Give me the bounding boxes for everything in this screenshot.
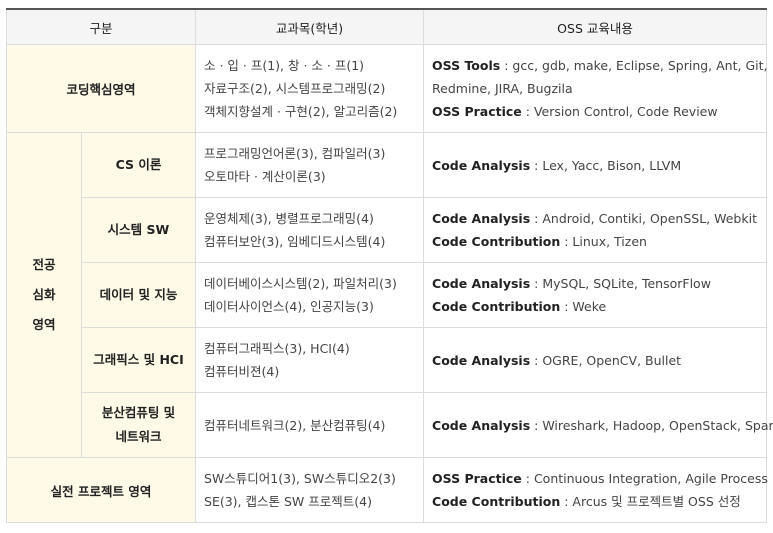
table-row: 실전 프로젝트 영역 SW스튜디어1(3), SW스튜디오2(3) SE(3),…: [5, 457, 768, 523]
oss-label: Code Analysis: [432, 417, 531, 433]
header-row: 구분 교과목(학년) OSS 교육내용: [5, 8, 768, 45]
area-advanced-line: 영역: [32, 317, 56, 332]
oss-line: OSS Practice : Version Control, Code Rev…: [432, 104, 718, 119]
oss-line: Code Analysis : MySQL, SQLite, TensorFlo…: [432, 276, 711, 291]
oss-label: Code Contribution: [432, 234, 561, 249]
area-advanced-line: 전공: [32, 257, 56, 272]
table-row: 그래픽스 및 HCI 컴퓨터그래픽스(3), HCI(4) 컴퓨터비젼(4) C…: [7, 327, 768, 393]
oss-text: MySQL, SQLite, TensorFlow: [542, 276, 711, 291]
course-line: 컴퓨터보안(3), 임베디드시스템(4): [204, 234, 386, 249]
oss-line: Code Contribution : Arcus 및 프로젝트별 OSS 선정: [432, 494, 741, 509]
area-project: 실전 프로젝트 영역: [5, 457, 197, 523]
oss-label: OSS Practice: [432, 471, 522, 486]
sub-area: 그래픽스 및 HCI: [80, 327, 197, 393]
sub-area: 데이터 및 지능: [80, 262, 197, 328]
course-line: SW스튜디어1(3), SW스튜디오2(3): [204, 471, 396, 486]
oss-cell: OSS Tools : gcc, gdb, make, Eclipse, Spr…: [423, 44, 768, 133]
area-core: 코딩핵심영역: [5, 44, 197, 133]
oss-label: OSS Tools: [432, 58, 501, 73]
table-row: 시스템 SW 운영체제(3), 병렬프로그래밍(4) 컴퓨터보안(3), 임베디…: [7, 197, 768, 263]
oss-text: Arcus 및 프로젝트별 OSS 선정: [572, 494, 741, 509]
courses-cell: 컴퓨터네트워크(2), 분산컴퓨팅(4): [195, 392, 425, 458]
oss-text: OGRE, OpenCV, Bullet: [542, 352, 682, 368]
table-row: 분산컴퓨팅 및 네트워크 컴퓨터네트워크(2), 분산컴퓨팅(4) Code A…: [7, 392, 773, 458]
table-row: 코딩핵심영역 소 · 입 · 프(1), 창 · 소 · 프(1) 자료구조(2…: [5, 44, 768, 133]
oss-cell: OSS Practice : Continuous Integration, A…: [423, 457, 768, 523]
oss-label: Code Contribution: [432, 299, 561, 314]
oss-text: Android, Contiki, OpenSSL, Webkit: [542, 211, 757, 226]
courses-cell: 프로그래밍언어론(3), 컴파일러(3) 오토마타 · 계산이론(3): [195, 132, 425, 198]
header-category: 구분: [5, 8, 197, 45]
oss-text: Version Control, Code Review: [533, 104, 718, 119]
course-line: 자료구조(2), 시스템프로그래밍(2): [204, 81, 386, 96]
table-row: 전공 심화 영역 CS 이론 프로그래밍언어론(3), 컴파일러(3) 오토마타…: [6, 132, 768, 458]
course-line: 컴퓨터네트워크(2), 분산컴퓨팅(4): [204, 417, 386, 433]
oss-line: Code Contribution : Linux, Tizen: [432, 234, 647, 249]
header-courses: 교과목(학년): [195, 8, 425, 45]
oss-line: Code Analysis : OGRE, OpenCV, Bullet: [432, 352, 682, 368]
oss-line: Redmine, JIRA, Bugzila: [432, 81, 573, 96]
sub-area-line: 분산컴퓨팅 및: [101, 405, 176, 420]
courses-cell: 데이터베이스시스템(2), 파일처리(3) 데이터사이언스(4), 인공지능(3…: [195, 262, 425, 328]
oss-text: Continuous Integration, Agile Process: [533, 471, 768, 486]
oss-label: Code Analysis: [432, 276, 531, 291]
oss-line: OSS Practice : Continuous Integration, A…: [432, 471, 768, 486]
oss-label: Code Analysis: [432, 157, 531, 173]
course-line: 오토마타 · 계산이론(3): [204, 169, 326, 184]
course-line: 컴퓨터그래픽스(3), HCI(4): [204, 341, 350, 356]
oss-cell: Code Analysis : Android, Contiki, OpenSS…: [423, 197, 768, 263]
courses-cell: 소 · 입 · 프(1), 창 · 소 · 프(1) 자료구조(2), 시스템프…: [195, 44, 425, 133]
table-row: 데이터 및 지능 데이터베이스시스템(2), 파일처리(3) 데이터사이언스(4…: [7, 262, 768, 328]
course-line: SE(3), 캡스톤 SW 프로젝트(4): [204, 494, 372, 509]
header-oss-content: OSS 교육내용: [423, 8, 768, 45]
oss-cell: Code Analysis : MySQL, SQLite, TensorFlo…: [423, 262, 768, 328]
sub-area: 시스템 SW: [80, 197, 197, 263]
oss-line: Code Contribution : Weke: [432, 299, 607, 314]
course-line: 객체지향설계 · 구현(2), 알고리즘(2): [204, 104, 398, 119]
oss-text: Weke: [572, 299, 607, 314]
oss-cell: Code Analysis : OGRE, OpenCV, Bullet: [423, 327, 768, 393]
oss-line: Code Analysis : Android, Contiki, OpenSS…: [432, 211, 757, 226]
oss-line: OSS Tools : gcc, gdb, make, Eclipse, Spr…: [432, 58, 768, 73]
oss-line: Code Analysis : Wireshark, Hadoop, OpenS…: [432, 414, 773, 437]
oss-text: Lex, Yacc, Bison, LLVM: [542, 157, 682, 173]
sub-area: CS 이론: [80, 132, 197, 198]
oss-text: Linux, Tizen: [572, 234, 647, 249]
course-line: 데이터베이스시스템(2), 파일처리(3): [204, 276, 397, 291]
oss-cell: Code Analysis : Wireshark, Hadoop, OpenS…: [423, 392, 773, 458]
oss-cell: Code Analysis : Lex, Yacc, Bison, LLVM: [423, 132, 768, 198]
courses-cell: SW스튜디어1(3), SW스튜디오2(3) SE(3), 캡스톤 SW 프로젝…: [195, 457, 425, 523]
oss-text: Wireshark, Hadoop, OpenStack, Spark: [542, 417, 773, 433]
course-line: 소 · 입 · 프(1), 창 · 소 · 프(1): [204, 58, 365, 73]
oss-label: Code Analysis: [432, 211, 531, 226]
course-line: 프로그래밍언어론(3), 컴파일러(3): [204, 146, 386, 161]
course-line: 운영체제(3), 병렬프로그래밍(4): [204, 211, 374, 226]
curriculum-table: 구분 교과목(학년) OSS 교육내용 코딩핵심영역 소 · 입 · 프(1),…: [5, 8, 773, 523]
course-line: 데이터사이언스(4), 인공지능(3): [204, 299, 374, 314]
courses-cell: 운영체제(3), 병렬프로그래밍(4) 컴퓨터보안(3), 임베디드시스템(4): [195, 197, 425, 263]
oss-line: Code Analysis : Lex, Yacc, Bison, LLVM: [432, 157, 682, 173]
sub-area-line: 네트워크: [115, 429, 162, 444]
courses-cell: 컴퓨터그래픽스(3), HCI(4) 컴퓨터비젼(4): [195, 327, 425, 393]
oss-text: gcc, gdb, make, Eclipse, Spring, Ant, Gi…: [512, 58, 768, 73]
sub-area: 분산컴퓨팅 및 네트워크: [80, 392, 197, 458]
area-advanced-line: 심화: [32, 287, 56, 302]
oss-label: Code Contribution: [432, 494, 561, 509]
area-advanced: 전공 심화 영역: [6, 132, 82, 458]
oss-label: OSS Practice: [432, 104, 522, 119]
course-line: 컴퓨터비젼(4): [204, 364, 280, 379]
oss-label: Code Analysis: [432, 352, 531, 368]
